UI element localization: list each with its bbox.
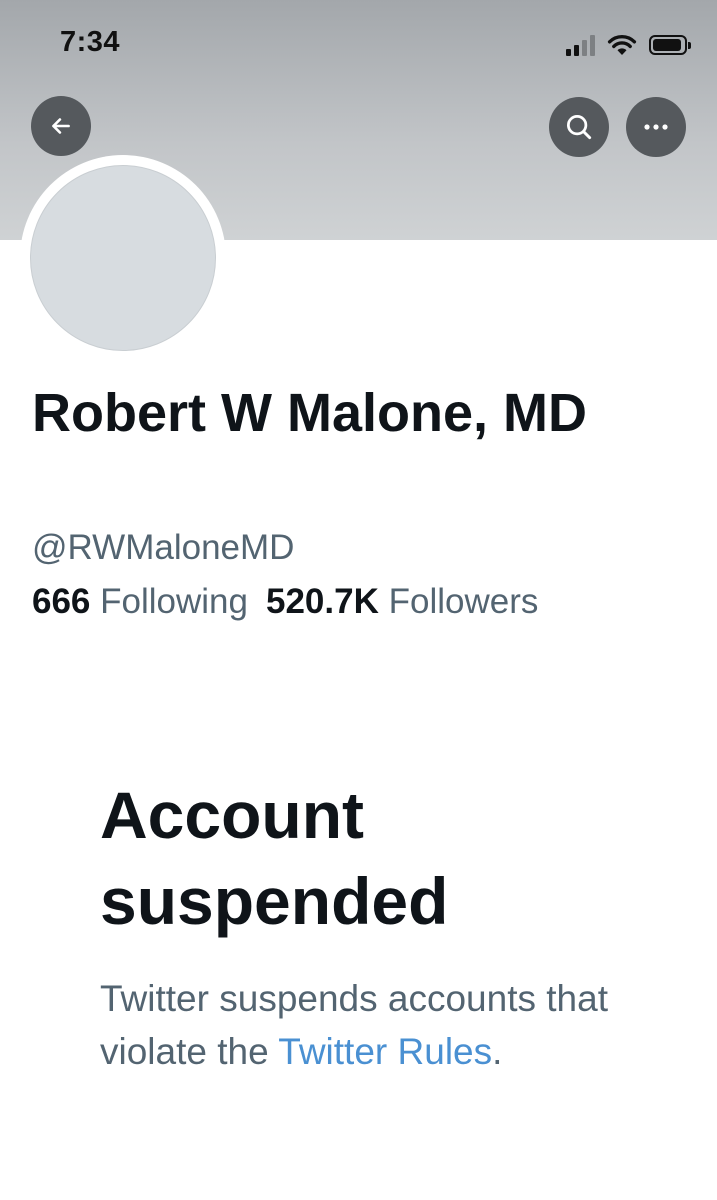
followers-label: Followers — [388, 582, 539, 621]
battery-icon — [649, 35, 691, 55]
more-horizontal-icon — [644, 124, 668, 130]
suspension-message-end: . — [492, 1031, 503, 1072]
arrow-left-icon — [52, 118, 70, 134]
back-button[interactable] — [31, 96, 91, 156]
wifi-icon — [607, 34, 637, 55]
more-options-button[interactable] — [626, 97, 686, 157]
profile-stats: 666 Following 520.7K Followers — [32, 582, 538, 622]
suspension-title: Account suspended — [100, 778, 449, 938]
followers-count: 520.7K — [266, 582, 379, 621]
profile-name: Robert W Malone, MD — [32, 383, 587, 443]
twitter-rules-link[interactable]: Twitter Rules — [278, 1031, 492, 1072]
avatar[interactable] — [30, 165, 216, 351]
following-count: 666 — [32, 582, 91, 621]
status-icons — [566, 30, 691, 60]
following-stat[interactable]: 666 Following — [32, 582, 248, 622]
suspension-message: Twitter suspends accounts that violate t… — [100, 972, 660, 1078]
cellular-signal-icon — [566, 34, 595, 56]
following-label: Following — [100, 582, 248, 621]
status-time: 7:34 — [60, 26, 121, 58]
status-bar: 7:34 — [0, 0, 717, 90]
profile-handle: @RWMaloneMD — [32, 528, 295, 567]
search-icon — [567, 115, 592, 140]
followers-stat[interactable]: 520.7K Followers — [266, 582, 538, 622]
avatar-frame — [20, 155, 226, 361]
search-button[interactable] — [549, 97, 609, 157]
